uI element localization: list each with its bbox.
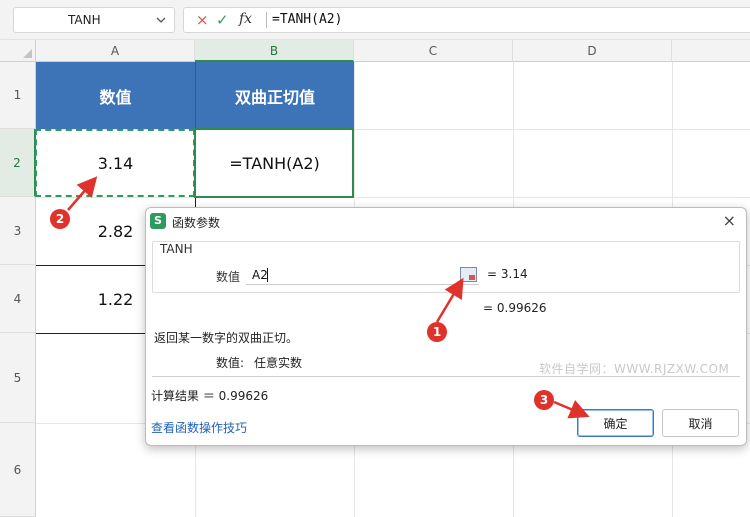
row-header-6[interactable]: 6: [0, 423, 36, 517]
annotation-badge-1: 1: [427, 322, 447, 342]
formula-separator: [266, 12, 267, 28]
dialog-separator: [152, 376, 740, 377]
argument-input-value: A2: [252, 268, 268, 282]
text-caret: [267, 268, 268, 282]
confirm-icon[interactable]: ✓: [216, 11, 229, 29]
row-header-5[interactable]: 5: [0, 333, 36, 423]
copy-range-marquee: [35, 129, 195, 197]
close-icon[interactable]: ×: [723, 211, 736, 230]
cell-a1[interactable]: 数值: [36, 62, 195, 129]
chevron-down-icon[interactable]: [156, 17, 166, 24]
row-header-1[interactable]: 1: [0, 62, 36, 129]
argument-value-preview: = 3.14: [487, 267, 528, 281]
dialog-titlebar[interactable]: S 函数参数 ×: [146, 208, 746, 236]
cancel-button[interactable]: 取消: [662, 409, 739, 437]
annotation-badge-2: 2: [50, 209, 70, 229]
argument-input[interactable]: A2: [246, 265, 479, 285]
row-header-3[interactable]: 3: [0, 197, 36, 265]
formula-bar: TANH × ✓ fx =TANH(A2): [0, 0, 750, 40]
row-header-2[interactable]: 2: [0, 129, 36, 197]
active-cell-outline: [194, 128, 354, 198]
function-arguments-dialog: S 函数参数 × TANH 数值 A2 = 3.14 = 0.99626 返回某…: [145, 207, 747, 446]
row-header-4[interactable]: 4: [0, 265, 36, 333]
corner-triangle-icon: [23, 49, 32, 58]
ok-button[interactable]: 确定: [577, 409, 654, 437]
dialog-title: 函数参数: [172, 216, 221, 230]
column-header-d[interactable]: D: [513, 40, 672, 62]
name-box[interactable]: TANH: [13, 7, 175, 33]
parameter-description-label: 数值:: [216, 356, 245, 370]
fx-icon[interactable]: fx: [239, 11, 252, 27]
function-description: 返回某一数字的双曲正切。: [154, 331, 299, 345]
column-header-b[interactable]: B: [195, 40, 354, 62]
watermark: 软件自学网：WWW.RJZXW.COM: [539, 362, 730, 376]
column-header-a[interactable]: A: [36, 40, 195, 62]
formula-input[interactable]: × ✓ fx =TANH(A2): [183, 7, 750, 33]
cancel-icon[interactable]: ×: [196, 11, 209, 29]
select-all-corner[interactable]: [0, 40, 36, 62]
calculation-result: 计算结果 ＝ 0.99626: [151, 389, 269, 403]
column-header-e[interactable]: [672, 40, 750, 62]
argument-label: 数值: [216, 270, 241, 284]
app-logo-icon: S: [150, 213, 166, 229]
name-box-value: TANH: [68, 13, 101, 27]
formula-text[interactable]: =TANH(A2): [272, 12, 342, 27]
cell-b1[interactable]: 双曲正切值: [195, 62, 354, 129]
function-help-link[interactable]: 查看函数操作技巧: [151, 419, 247, 436]
function-name-label: TANH: [160, 242, 193, 256]
parameter-description-text: 任意实数: [254, 356, 303, 370]
range-arrow-icon: [469, 275, 475, 280]
function-result-preview: = 0.99626: [483, 301, 547, 315]
range-select-icon[interactable]: [460, 267, 477, 282]
annotation-badge-3: 3: [534, 390, 554, 410]
column-header-c[interactable]: C: [354, 40, 513, 62]
